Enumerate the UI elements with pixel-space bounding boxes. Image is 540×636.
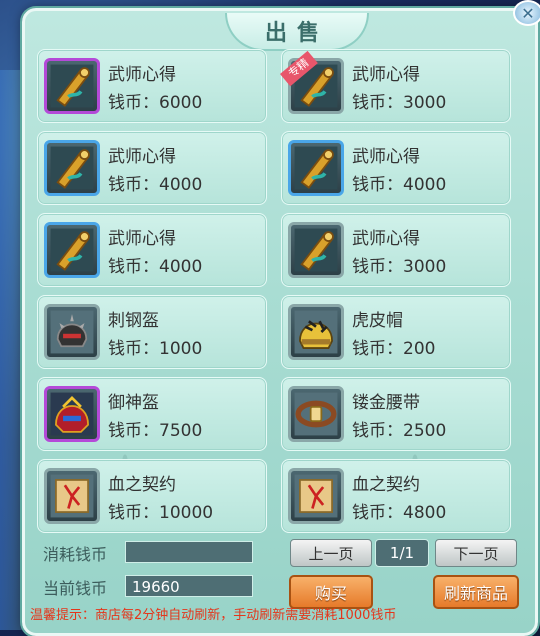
item-price: 钱币：4000 [352,175,447,195]
item-name: 武师心得 [108,65,176,85]
item-name: 虎皮帽 [352,311,403,331]
current-coins-label: 当前钱币 [43,579,108,598]
item-price: 钱币：1000 [108,339,203,359]
scroll-icon [288,140,344,196]
shop-panel: 出售 武师心得 钱币：6000 专精 武师心得 钱币：3000 武师心得 钱币：… [22,8,538,636]
item-price: 钱币：4000 [108,257,203,277]
next-page-button[interactable]: 下一页 [435,539,517,567]
close-icon: ✕ [521,3,535,23]
blood-contract-icon [288,468,344,524]
item-price: 钱币：2500 [352,421,447,441]
scroll-icon [44,58,100,114]
scroll-icon [288,222,344,278]
item-name: 武师心得 [352,65,420,85]
scroll-icon [44,222,100,278]
item-price: 钱币：4800 [352,503,447,523]
current-coins-field: 19660 [125,575,253,597]
shop-item[interactable]: 武师心得 钱币：3000 [281,213,511,287]
item-name: 武师心得 [108,147,176,167]
item-price: 钱币：10000 [108,503,214,523]
blood-contract-icon [44,468,100,524]
background-edge [0,70,22,630]
item-name: 御神盔 [108,393,159,413]
item-price: 钱币：7500 [108,421,203,441]
shop-item[interactable]: 御神盔 钱币：7500 [37,377,267,451]
shop-item[interactable]: 武师心得 钱币：4000 [281,131,511,205]
shop-item[interactable]: 血之契约 钱币：4800 [281,459,511,533]
cost-label: 消耗钱币 [43,545,108,564]
item-price: 钱币：4000 [108,175,203,195]
shop-item[interactable]: 虎皮帽 钱币：200 [281,295,511,369]
item-name: 武师心得 [352,229,420,249]
item-name: 血之契约 [352,475,420,495]
shop-item[interactable]: 专精 武师心得 钱币：3000 [280,49,511,123]
refresh-button[interactable]: 刷新商品 [433,575,519,609]
item-name: 武师心得 [352,147,420,167]
shop-item[interactable]: 镂金腰带 钱币：2500 [281,377,511,451]
item-price: 钱币：6000 [108,93,203,113]
item-price: 钱币：3000 [352,257,447,277]
shop-item[interactable]: 武师心得 钱币：4000 [37,213,267,287]
tip-text: 温馨提示：商店每2分钟自动刷新，手动刷新需要消耗1000钱币 [30,608,397,623]
close-button[interactable]: ✕ [513,0,540,26]
item-price: 钱币：3000 [352,93,447,113]
page-indicator: 1/1 [375,539,429,567]
shop-item[interactable]: 武师心得 钱币：6000 [37,49,267,123]
belt-icon [288,386,344,442]
cost-field [125,541,253,563]
spiked-helmet-icon [44,304,100,360]
tiger-hat-icon [288,304,344,360]
item-name: 血之契约 [108,475,176,495]
shop-item[interactable]: 血之契约 钱币：10000 [37,459,267,533]
scroll-icon [44,140,100,196]
shop-item[interactable]: 刺钢盔 钱币：1000 [37,295,267,369]
divine-helmet-icon [44,386,100,442]
page-title: 出售 [264,21,329,46]
item-name: 刺钢盔 [108,311,159,331]
item-price: 钱币：200 [352,339,436,359]
title-banner: 出售 [225,13,369,51]
shop-item[interactable]: 武师心得 钱币：4000 [37,131,267,205]
item-name: 武师心得 [108,229,176,249]
item-name: 镂金腰带 [352,393,420,413]
prev-page-button[interactable]: 上一页 [290,539,372,567]
